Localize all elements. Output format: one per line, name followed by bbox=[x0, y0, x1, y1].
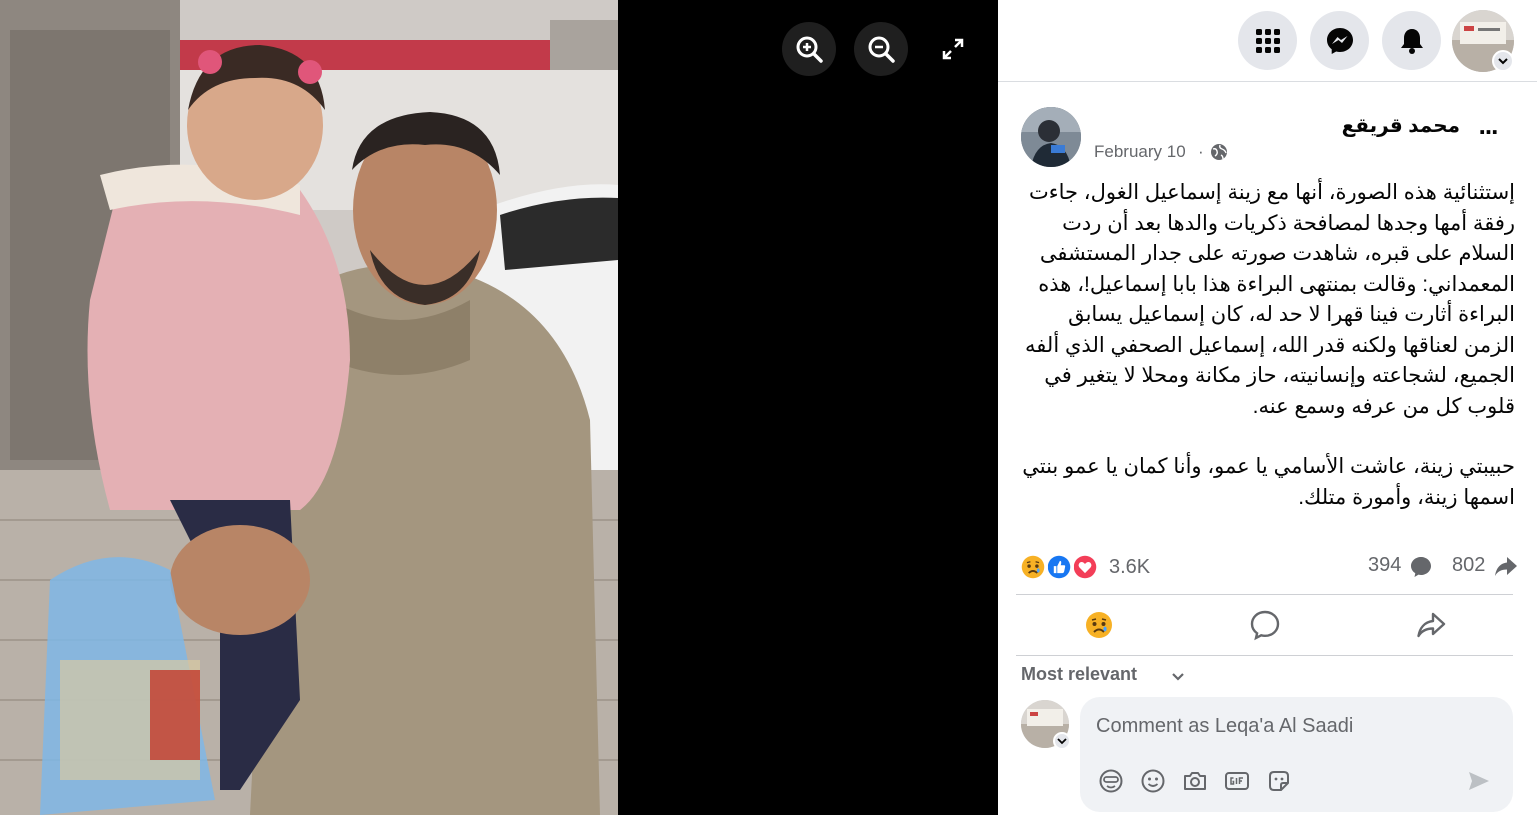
share-count[interactable]: 802 bbox=[1452, 554, 1485, 577]
reactions-summary: 3.6K 394 802 bbox=[998, 548, 1537, 588]
comment-sort-dropdown[interactable]: Most relevant bbox=[1021, 664, 1137, 685]
post-paragraph: إستثنائية هذه الصورة، أنها مع زينة إسماع… bbox=[1025, 181, 1515, 418]
magnifier-plus-icon bbox=[796, 36, 823, 63]
comment-bubble-icon bbox=[1250, 610, 1279, 641]
post-date[interactable]: February 10 bbox=[1094, 142, 1186, 162]
date-separator: · bbox=[1198, 142, 1204, 161]
expand-arrows-icon bbox=[942, 38, 964, 60]
emoji-button[interactable] bbox=[1138, 766, 1168, 796]
post-paragraph: حبيبتي زينة، عاشت الأسامي يا عمو، وأنا ك… bbox=[1022, 455, 1515, 509]
comment-composer bbox=[998, 690, 1537, 815]
author-name[interactable]: محمد قريقع bbox=[1198, 113, 1460, 138]
comment-box bbox=[1080, 697, 1513, 812]
comment-bubble-icon bbox=[1411, 557, 1431, 577]
emoji-icon bbox=[1141, 769, 1165, 793]
grid-menu-icon bbox=[1255, 28, 1280, 53]
share-arrow-icon bbox=[1416, 612, 1445, 638]
zoom-out-button[interactable] bbox=[854, 22, 908, 76]
avatar-sticker-button[interactable] bbox=[1096, 766, 1126, 796]
reaction-count[interactable]: 3.6K bbox=[1109, 556, 1150, 579]
sticker-button[interactable] bbox=[1264, 766, 1294, 796]
share-button[interactable] bbox=[1348, 595, 1513, 655]
author-avatar-image bbox=[1021, 107, 1081, 167]
post-photo[interactable] bbox=[0, 0, 618, 815]
sticker-icon bbox=[1269, 771, 1289, 791]
comment-input[interactable] bbox=[1096, 711, 1496, 741]
sad-reaction-icon bbox=[1018, 552, 1048, 582]
reaction-icons[interactable] bbox=[1018, 552, 1102, 582]
gif-icon bbox=[1225, 772, 1249, 790]
gif-button[interactable] bbox=[1222, 766, 1252, 796]
react-button[interactable] bbox=[1016, 595, 1181, 655]
like-reaction-icon bbox=[1044, 552, 1074, 582]
messenger-button[interactable] bbox=[1310, 11, 1369, 70]
comment-button[interactable] bbox=[1182, 595, 1347, 655]
magnifier-minus-icon bbox=[868, 36, 895, 63]
comment-count[interactable]: 394 bbox=[1368, 554, 1401, 577]
photo-post-viewer: محمد قريقع ... February 10 · إستثنائية ه… bbox=[0, 0, 1537, 815]
post-sidebar: محمد قريقع ... February 10 · إستثنائية ه… bbox=[998, 0, 1537, 815]
chevron-down-icon bbox=[1172, 673, 1184, 681]
post-text: إستثنائية هذه الصورة، أنها مع زينة إسماع… bbox=[1012, 178, 1515, 543]
chevron-down-icon bbox=[1498, 58, 1508, 65]
commenter-chevron[interactable] bbox=[1053, 732, 1071, 750]
avatar-sticker-icon bbox=[1099, 769, 1123, 793]
bell-icon bbox=[1400, 28, 1423, 54]
chevron-down-icon bbox=[1057, 738, 1067, 745]
post-actions bbox=[1016, 594, 1513, 656]
more-options-button[interactable]: ... bbox=[1468, 112, 1508, 144]
zoom-in-button[interactable] bbox=[782, 22, 836, 76]
share-arrow-icon bbox=[1495, 557, 1517, 576]
photo-illustration bbox=[0, 0, 618, 815]
notifications-button[interactable] bbox=[1382, 11, 1441, 70]
love-reaction-icon bbox=[1070, 552, 1100, 582]
photo-viewer bbox=[0, 0, 998, 815]
fullscreen-button[interactable] bbox=[926, 22, 980, 76]
post-header: محمد قريقع ... February 10 · bbox=[998, 100, 1537, 170]
sad-face-icon bbox=[1085, 612, 1112, 638]
send-comment-button[interactable] bbox=[1464, 766, 1494, 796]
messenger-icon bbox=[1326, 27, 1353, 54]
top-bar bbox=[998, 0, 1537, 82]
camera-button[interactable] bbox=[1180, 766, 1210, 796]
account-menu-chevron[interactable] bbox=[1492, 50, 1514, 72]
send-icon bbox=[1469, 772, 1489, 790]
menu-button[interactable] bbox=[1238, 11, 1297, 70]
globe-icon bbox=[1211, 144, 1227, 160]
camera-icon bbox=[1184, 772, 1206, 790]
author-avatar[interactable] bbox=[1021, 107, 1081, 167]
